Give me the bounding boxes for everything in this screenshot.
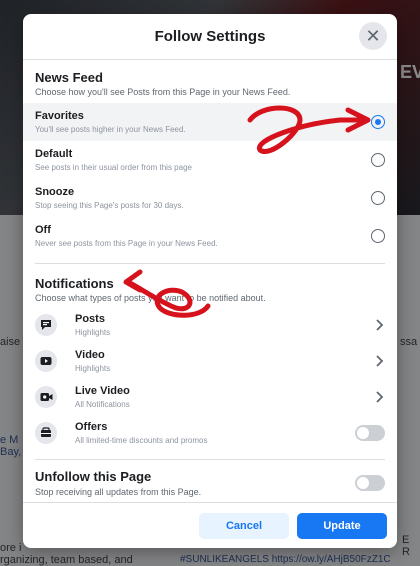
- notifications-subtitle: Choose what types of posts you want to b…: [35, 293, 266, 303]
- close-icon: ✕: [365, 26, 381, 46]
- notification-title: Offers: [75, 421, 108, 433]
- option-subtitle: See posts in their usual order from this…: [35, 163, 192, 172]
- option-favorites[interactable]: Favorites You'll see posts higher in you…: [23, 103, 397, 141]
- notification-title: Posts: [75, 313, 105, 325]
- offers-icon: [35, 422, 57, 444]
- unfollow-subtitle: Stop receiving all updates from this Pag…: [35, 487, 202, 497]
- video-icon: [35, 350, 57, 372]
- offers-toggle[interactable]: [355, 425, 385, 441]
- option-title: Off: [35, 224, 51, 236]
- notification-live-video[interactable]: Live Video All Notifications: [23, 379, 397, 415]
- notification-subtitle: Highlights: [75, 364, 111, 373]
- news-feed-subtitle: Choose how you'll see Posts from this Pa…: [35, 87, 291, 97]
- dialog-header: Follow Settings ✕: [23, 14, 397, 60]
- radio-favorites[interactable]: [371, 115, 385, 129]
- notification-subtitle: All limited-time discounts and promos: [75, 436, 208, 445]
- news-feed-title: News Feed: [35, 70, 103, 85]
- unfollow-title: Unfollow this Page: [35, 469, 152, 484]
- dialog-footer: Cancel Update: [23, 502, 397, 548]
- notification-title: Video: [75, 349, 105, 361]
- notification-posts[interactable]: Posts Highlights: [23, 307, 397, 343]
- post-icon: [35, 314, 57, 336]
- option-off[interactable]: Off Never see posts from this Page in yo…: [23, 217, 397, 255]
- radio-default[interactable]: [371, 153, 385, 167]
- chevron-right-icon: [376, 319, 384, 331]
- notification-subtitle: All Notifications: [75, 400, 130, 409]
- dialog-title: Follow Settings: [154, 28, 266, 45]
- notification-offers[interactable]: Offers All limited-time discounts and pr…: [23, 415, 397, 451]
- news-feed-header: News Feed Choose how you'll see Posts fr…: [23, 60, 397, 103]
- radio-off[interactable]: [371, 229, 385, 243]
- option-title: Default: [35, 148, 73, 160]
- chevron-right-icon: [376, 355, 384, 367]
- option-subtitle: You'll see posts higher in your News Fee…: [35, 125, 186, 134]
- option-title: Favorites: [35, 110, 84, 122]
- option-snooze[interactable]: Snooze Stop seeing this Page's posts for…: [23, 179, 397, 217]
- chevron-right-icon: [376, 391, 384, 403]
- unfollow-toggle[interactable]: [355, 475, 385, 491]
- follow-settings-dialog: Follow Settings ✕ News Feed Choose how y…: [23, 14, 397, 548]
- notifications-title: Notifications: [35, 276, 114, 291]
- notification-video[interactable]: Video Highlights: [23, 343, 397, 379]
- unfollow-row[interactable]: Unfollow this Page Stop receiving all up…: [23, 460, 397, 506]
- notification-title: Live Video: [75, 385, 130, 397]
- notifications-header: Notifications Choose what types of posts…: [23, 264, 397, 307]
- radio-snooze[interactable]: [371, 191, 385, 205]
- option-title: Snooze: [35, 186, 75, 198]
- option-default[interactable]: Default See posts in their usual order f…: [23, 141, 397, 179]
- option-subtitle: Stop seeing this Page's posts for 30 day…: [35, 201, 184, 210]
- live-video-icon: [35, 386, 57, 408]
- cancel-button[interactable]: Cancel: [199, 512, 289, 539]
- notification-subtitle: Highlights: [75, 328, 111, 337]
- option-subtitle: Never see posts from this Page in your N…: [35, 239, 218, 248]
- close-button[interactable]: ✕: [359, 22, 387, 50]
- update-button[interactable]: Update: [297, 512, 387, 539]
